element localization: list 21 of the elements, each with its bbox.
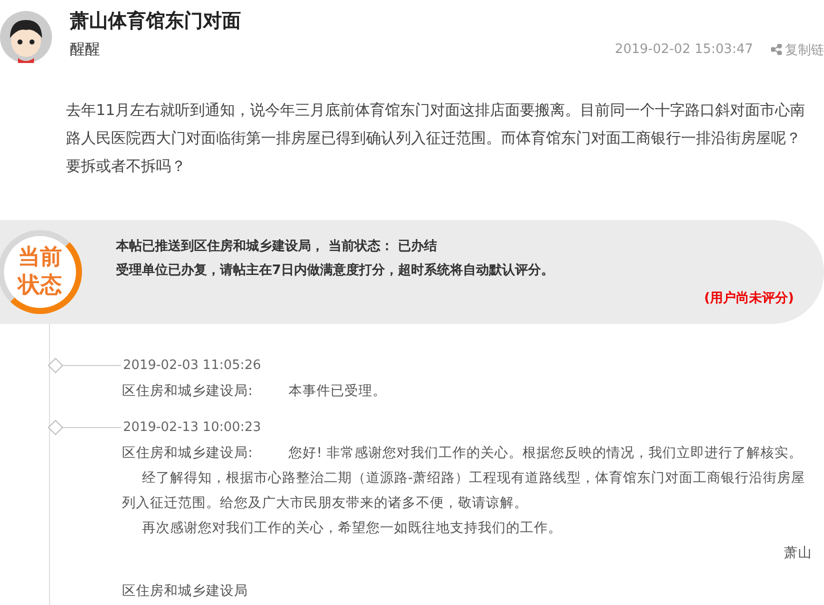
avatar-icon <box>0 8 54 66</box>
share-icon <box>771 44 782 55</box>
author-name: 醒醒 <box>70 40 101 59</box>
post-time: 2019-02-02 15:03:47 <box>614 42 753 57</box>
entry-signature: 萧山 <box>783 544 812 563</box>
copy-link[interactable]: 复制链 <box>771 40 824 58</box>
entry-author: 区住房和城乡建设局: <box>122 444 253 463</box>
status-line: 本帖已推送到区住房和城乡建设局， 当前状态： 已办结 <box>116 238 438 255</box>
rating-status: (用户尚未评分) <box>703 290 794 307</box>
entry-author: 区住房和城乡建设局: <box>122 382 253 401</box>
entry-text: 再次感谢您对我们工作的关心，希望您一如既往地支持我们的工作。 <box>141 519 563 538</box>
entry-text: 经了解得知，根据市心路整治二期（道源路-萧绍路）工程现有道路线型，体育馆东门对面工商银行沿街房屋列入征迁范围。给您及广大市民朋友带来的诸多不便，敬请谅解。 <box>122 469 806 513</box>
status-line: 受理单位已办复，请帖主在7日内做满意度打分，超时系统将自动默认评分。 <box>116 262 556 279</box>
post-body: 去年11月左右就听到通知，说今年三月底前体育馆东门对面这排店面要搬离。目前同一个十字路口斜对面市心南路人民医院西大门对面临街第一排房屋已得到确认列入征迁范围。而体育馆东门对面工商银行一排沿街房屋呢？要拆或者不拆吗？ <box>66 100 806 177</box>
entry-text: 本事件已受理。 <box>288 382 387 401</box>
entry-time: 2019-02-03 11:05:26 <box>123 358 262 373</box>
entry-author: 区住房和城乡建设局 <box>122 582 249 600</box>
entry-text: 您好! 非常感谢您对我们工作的关心。根据您反映的情况，我们立即进行了解核实。 <box>288 444 802 463</box>
entry-time: 2019-02-13 10:00:23 <box>123 420 262 435</box>
post-title: 萧山体育馆东门对面 <box>70 9 242 34</box>
status-label: 当前 状态 <box>16 244 63 300</box>
